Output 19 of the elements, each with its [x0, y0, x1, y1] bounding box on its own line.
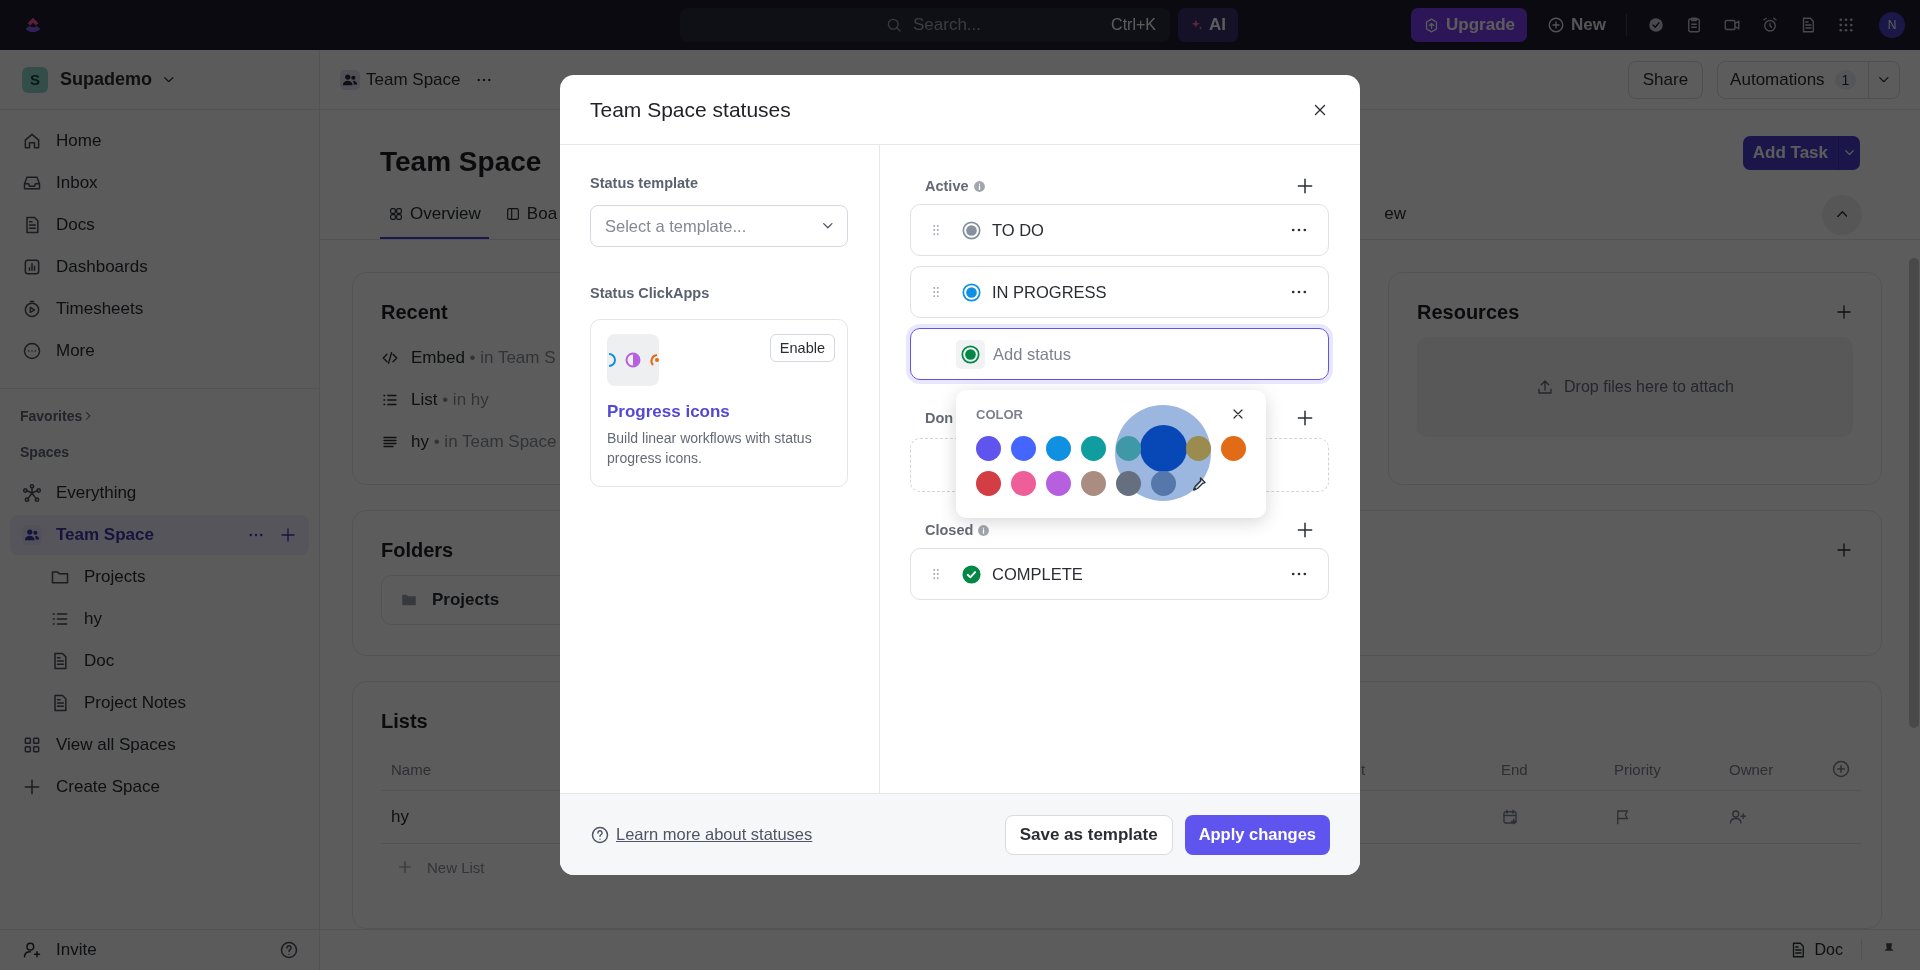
field-label: Status template: [590, 175, 699, 193]
group-label: Active: [925, 178, 969, 194]
clickapp-description: Build linear workflows with status progress icons.: [607, 429, 813, 468]
section-label: Status ClickApps: [590, 285, 711, 303]
spaces-heading: Spaces: [19, 443, 71, 462]
count-badge: 1: [1834, 69, 1857, 90]
group-label: Closed: [925, 522, 974, 538]
dialog-title: Team Space statuses: [590, 97, 791, 122]
page-title: Team Space: [380, 146, 542, 178]
card-title: Lists: [381, 709, 428, 733]
card-title: Folders: [381, 538, 454, 562]
group-label: Don: [925, 410, 954, 426]
card-title: Resources: [1417, 300, 1520, 324]
status-name: IN PROGRESS: [992, 282, 1107, 302]
status-name: COMPLETE: [992, 564, 1083, 584]
status-name: TO DO: [992, 220, 1044, 240]
color-label: COLOR: [976, 406, 1023, 422]
shortcut-hint: Ctrl+K: [1111, 16, 1156, 34]
card-title: Recent: [381, 300, 448, 324]
